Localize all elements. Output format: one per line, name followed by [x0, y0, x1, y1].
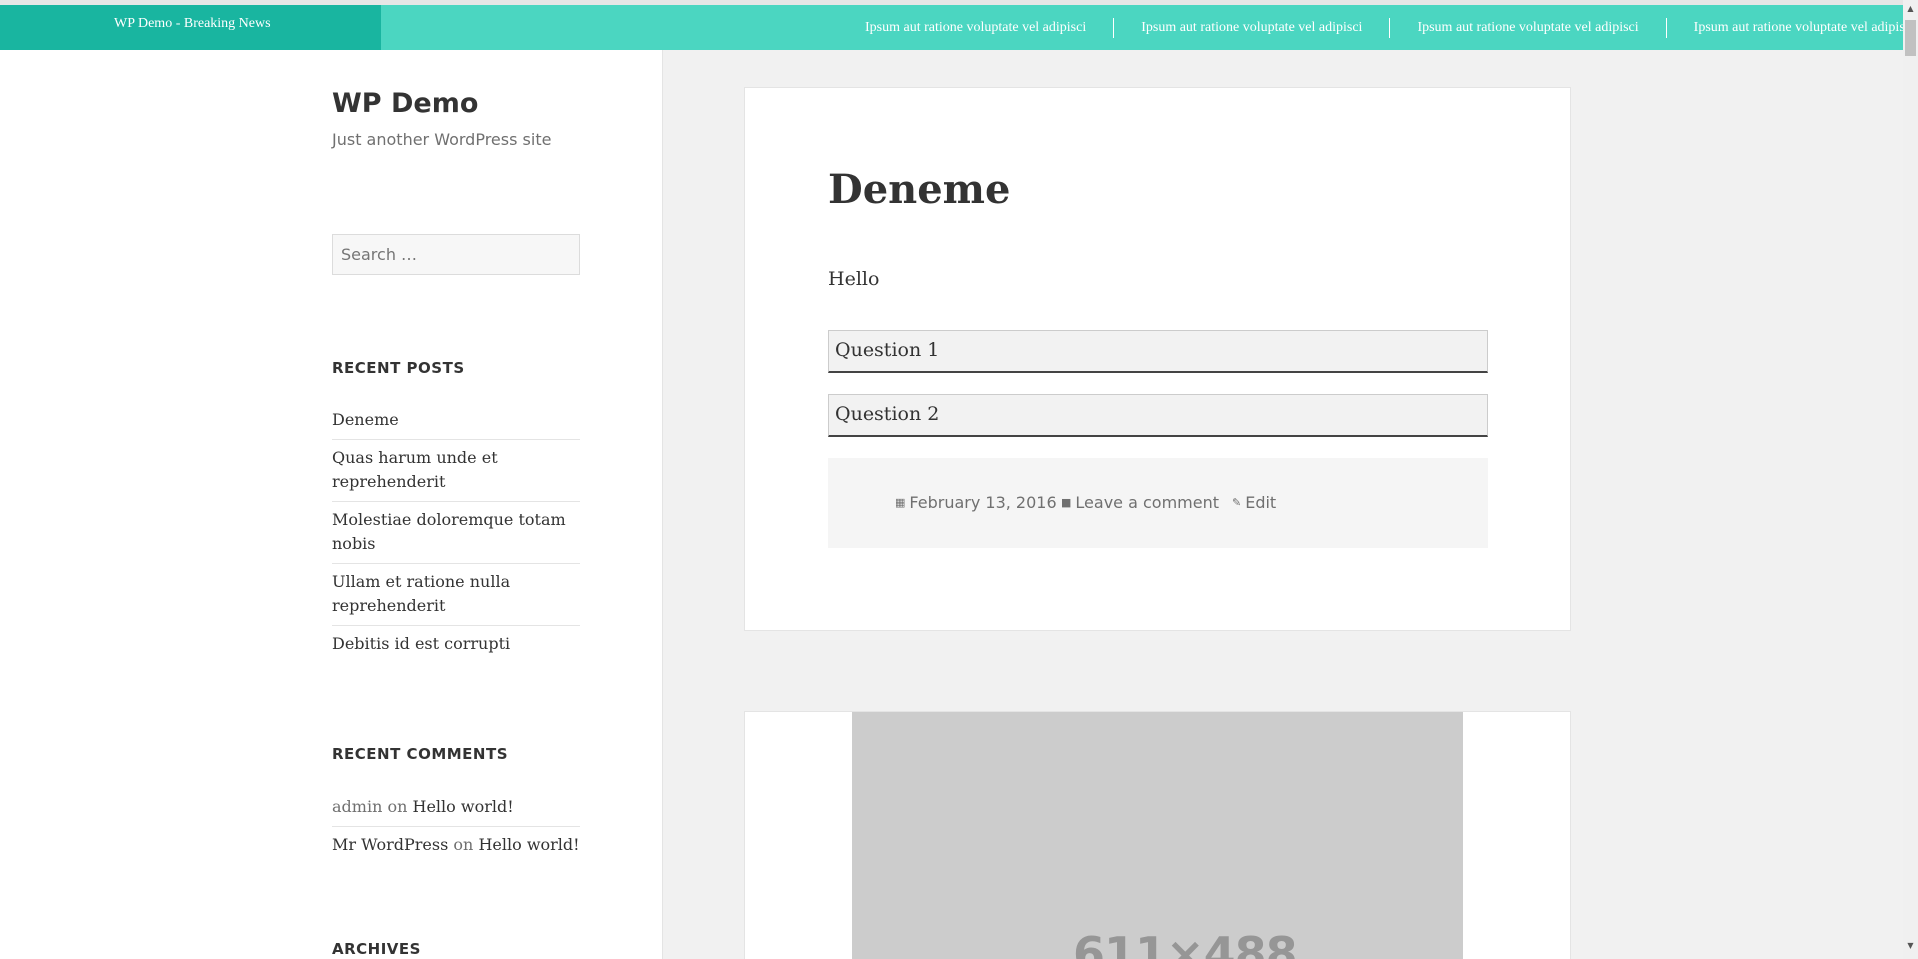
search-input[interactable]: [332, 234, 580, 275]
placeholder-label: 611×488: [1073, 927, 1298, 959]
ticker-item[interactable]: Ipsum aut ratione voluptate vel adipisci: [1665, 17, 1903, 38]
scrollbar-thumb[interactable]: [1905, 20, 1916, 56]
recent-comment: Mr WordPress on Hello world!: [332, 827, 580, 864]
site-title[interactable]: WP Demo: [332, 88, 478, 119]
post-date-link[interactable]: February 13, 2016: [909, 493, 1056, 512]
ticker-label: WP Demo - Breaking News: [0, 5, 381, 50]
comment-icon: ■: [1061, 496, 1072, 509]
recent-posts-title: RECENT POSTS: [332, 359, 465, 377]
post-card: 611×488: [744, 711, 1571, 959]
post-content: Hello: [828, 268, 880, 290]
comment-post-link[interactable]: Hello world!: [478, 835, 579, 854]
scroll-up-icon[interactable]: ▲: [1903, 4, 1918, 18]
recent-comment: admin on Hello world!: [332, 789, 580, 827]
ticker-item[interactable]: Ipsum aut ratione voluptate vel adipisci: [1113, 17, 1389, 38]
post-footer: ▦ February 13, 2016 ■ Leave a comment ✎ …: [828, 458, 1488, 548]
comment-author: admin: [332, 797, 383, 816]
question-accordion[interactable]: Question 1: [828, 330, 1488, 373]
featured-image[interactable]: 611×488: [852, 712, 1463, 959]
site-description: Just another WordPress site: [332, 130, 552, 149]
post-comments: ■ Leave a comment: [1061, 493, 1219, 512]
ticker-items: Ipsum aut ratione voluptate vel adipisci…: [838, 5, 1903, 50]
recent-comments-title: RECENT COMMENTS: [332, 745, 509, 763]
post-card: Deneme Hello Question 1 Question 2 ▦ Feb…: [744, 87, 1571, 631]
calendar-icon: ▦: [895, 496, 906, 509]
recent-post-link[interactable]: Quas harum unde et reprehenderit: [332, 440, 580, 502]
recent-posts-list: Deneme Quas harum unde et reprehenderit …: [332, 402, 580, 663]
archives-title: ARCHIVES: [332, 940, 421, 958]
recent-post-link[interactable]: Molestiae doloremque totam nobis: [332, 502, 580, 564]
comment-on: on: [387, 797, 408, 816]
vertical-scrollbar[interactable]: ▲ ▼: [1903, 0, 1918, 959]
leave-comment-link[interactable]: Leave a comment: [1075, 493, 1219, 512]
recent-comments-list: admin on Hello world! Mr WordPress on He…: [332, 789, 580, 864]
comment-author-link[interactable]: Mr WordPress: [332, 835, 448, 854]
sidebar: WP Demo Just another WordPress site RECE…: [0, 50, 663, 959]
breaking-news-ticker: WP Demo - Breaking News Ipsum aut ration…: [0, 5, 1903, 50]
comment-post-link[interactable]: Hello world!: [413, 797, 514, 816]
comment-on: on: [453, 835, 474, 854]
post-title[interactable]: Deneme: [828, 166, 1010, 213]
post-date: ▦ February 13, 2016: [895, 493, 1057, 512]
pencil-icon: ✎: [1232, 496, 1242, 509]
post-edit: ✎ Edit: [1232, 493, 1276, 512]
question-accordion[interactable]: Question 2: [828, 394, 1488, 437]
recent-post-link[interactable]: Ullam et ratione nulla reprehenderit: [332, 564, 580, 626]
recent-post-link[interactable]: Debitis id est corrupti: [332, 626, 580, 663]
ticker-item[interactable]: Ipsum aut ratione voluptate vel adipisci: [838, 18, 1113, 38]
recent-post-link[interactable]: Deneme: [332, 402, 580, 440]
edit-link[interactable]: Edit: [1245, 493, 1276, 512]
ticker-item[interactable]: Ipsum aut ratione voluptate vel adipisci: [1389, 17, 1665, 38]
scroll-down-icon[interactable]: ▼: [1903, 941, 1918, 955]
